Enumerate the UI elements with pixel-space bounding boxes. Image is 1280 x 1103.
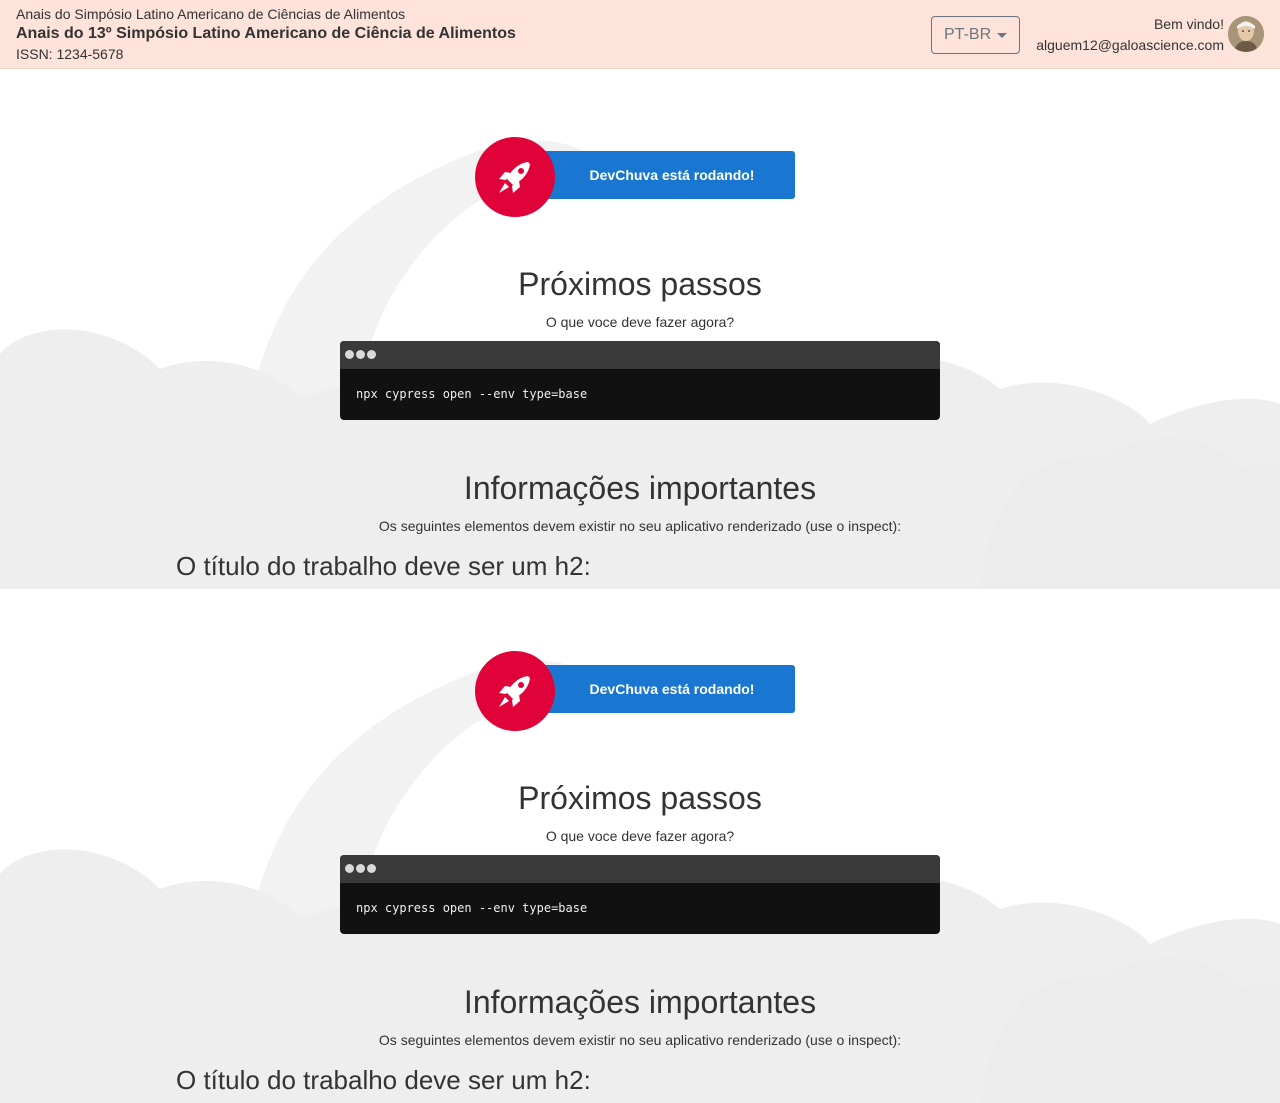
important-info-title: Informações importantes [463, 984, 817, 1020]
status-banner: DevChuva está rodando! [475, 651, 795, 731]
window-dots-icon [340, 341, 940, 369]
next-steps-title: Próximos passos [518, 780, 762, 816]
caret-down-icon [997, 33, 1007, 38]
edition-title[interactable]: Anais do 13º Simpósio Latino Americano d… [16, 24, 516, 44]
devchuva-panel-2: DevChuva está rodando! Próximos passos O… [0, 589, 1280, 1103]
terminal-window: npx cypress open --env type=base [340, 341, 940, 420]
top-navbar: Anais do Simpósio Latino Americano de Ci… [0, 0, 1280, 69]
rocket-icon [499, 162, 530, 193]
status-label: DevChuva está rodando! [529, 151, 795, 199]
rocket-badge [475, 651, 555, 731]
requirement-heading: O título do trabalho deve ser um h2: [176, 1065, 591, 1095]
rocket-badge [475, 137, 555, 217]
brand-block: Anais do Simpósio Latino Americano de Ci… [16, 6, 516, 62]
event-name: Anais do Simpósio Latino Americano de Ci… [16, 6, 406, 22]
language-dropdown-button[interactable]: PT-BR [931, 16, 1020, 54]
command-text[interactable]: npx cypress open --env type=base [356, 901, 587, 915]
issn-label: ISSN: 1234-5678 [16, 46, 124, 62]
status-label: DevChuva está rodando! [529, 665, 795, 713]
next-steps-subtitle: O que voce deve fazer agora? [545, 314, 735, 330]
important-info-title: Informações importantes [463, 470, 817, 506]
user-email: alguem12@galoascience.com [1036, 37, 1224, 53]
devchuva-panel-1: DevChuva está rodando! Próximos passos O… [0, 69, 1280, 589]
user-greeting: Bem vindo! alguem12@galoascience.com [1036, 15, 1224, 54]
language-label: PT-BR [944, 26, 992, 43]
important-info-subtitle: Os seguintes elementos devem existir no … [378, 1032, 902, 1048]
terminal-window: npx cypress open --env type=base [340, 855, 940, 934]
avatar[interactable] [1228, 16, 1264, 52]
avatar-portrait-icon [1228, 16, 1264, 52]
requirement-heading: O título do trabalho deve ser um h2: [176, 551, 591, 581]
status-banner: DevChuva está rodando! [475, 137, 795, 217]
command-text[interactable]: npx cypress open --env type=base [356, 387, 587, 401]
window-dots-icon [340, 855, 940, 883]
next-steps-title: Próximos passos [518, 266, 762, 302]
next-steps-subtitle: O que voce deve fazer agora? [545, 828, 735, 844]
important-info-subtitle: Os seguintes elementos devem existir no … [378, 518, 902, 534]
welcome-text: Bem vindo! [1153, 16, 1224, 32]
rocket-icon [499, 676, 530, 707]
